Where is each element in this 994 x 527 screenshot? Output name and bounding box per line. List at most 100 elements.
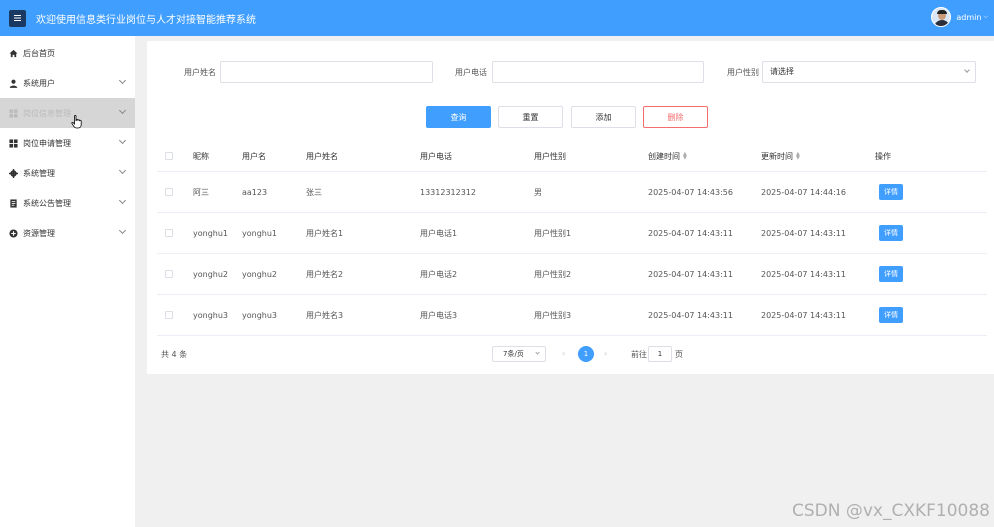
username[interactable]: admin bbox=[956, 13, 981, 22]
row-checkbox[interactable] bbox=[165, 229, 173, 237]
sort-icon[interactable]: ▲ ▼ bbox=[796, 152, 800, 161]
hand-cursor-icon bbox=[71, 115, 82, 129]
sidebar-item-resources[interactable]: 资源管理 bbox=[0, 218, 135, 248]
cell-updated: 2025-04-07 14:43:11 bbox=[761, 310, 846, 320]
top-bar: 欢迎使用信息类行业岗位与人才对接智能推荐系统 admin ⌵ bbox=[0, 0, 994, 36]
sidebar-item-label: 系统管理 bbox=[23, 168, 55, 178]
cell-phone: 用户电话1 bbox=[420, 228, 458, 238]
sidebar-item-job-applications[interactable]: 岗位申请管理 bbox=[0, 128, 135, 158]
sidebar-item-label: 系统公告管理 bbox=[23, 198, 71, 208]
sidebar-item-system-users[interactable]: 系统用户 bbox=[0, 68, 135, 98]
user-icon bbox=[9, 79, 18, 88]
chevron-down-icon bbox=[118, 226, 127, 235]
cell-created: 2025-04-07 14:43:11 bbox=[648, 269, 733, 279]
cell-gender: 男 bbox=[534, 187, 542, 197]
reset-button[interactable]: 重置 bbox=[498, 106, 563, 128]
sidebar-item-announcements[interactable]: 系统公告管理 bbox=[0, 188, 135, 218]
sidebar-item-system-management[interactable]: 系统管理 bbox=[0, 158, 135, 188]
detail-button[interactable]: 详情 bbox=[879, 266, 903, 282]
table-row: yonghu3 yonghu3 用户姓名3 用户电话3 用户性别3 2025-0… bbox=[157, 295, 987, 336]
select-all-checkbox[interactable] bbox=[165, 152, 173, 160]
column-header: 用户姓名 bbox=[306, 151, 338, 161]
chevron-down-icon: ⌵ bbox=[983, 13, 988, 20]
watermark: CSDN @vx_CXKF10088 bbox=[791, 501, 990, 521]
filter-bar: 用户姓名 用户电话 用户性别 请选择 bbox=[147, 61, 994, 83]
cell-gender: 用户性别2 bbox=[534, 269, 572, 279]
sidebar-item-label: 后台首页 bbox=[23, 48, 55, 58]
sort-icon[interactable]: ▲ ▼ bbox=[683, 152, 687, 161]
next-page-icon[interactable]: › bbox=[604, 349, 607, 358]
column-header-sortable[interactable]: 创建时间 ▲ ▼ bbox=[648, 141, 687, 171]
column-header: 更新时间 bbox=[761, 151, 793, 161]
total-count: 共 4 条 bbox=[161, 350, 188, 359]
document-icon bbox=[10, 198, 17, 208]
sidebar-item-label: 资源管理 bbox=[23, 228, 55, 238]
sidebar-item-home[interactable]: 后台首页 bbox=[0, 38, 135, 68]
grid-icon bbox=[9, 138, 18, 148]
user-menu[interactable]: admin ⌵ bbox=[931, 7, 988, 27]
prev-page-icon[interactable]: ‹ bbox=[562, 349, 565, 358]
cell-updated: 2025-04-07 14:43:11 bbox=[761, 269, 846, 279]
home-icon bbox=[9, 49, 18, 57]
phone-filter-label: 用户电话 bbox=[455, 68, 487, 77]
detail-button[interactable]: 详情 bbox=[879, 307, 903, 323]
chevron-down-icon bbox=[535, 350, 540, 355]
avatar[interactable] bbox=[931, 7, 952, 27]
chevron-down-icon bbox=[118, 136, 127, 145]
main-panel: 用户姓名 用户电话 用户性别 请选择 查询 重置 添加 删除 昵称 用户名 用户… bbox=[147, 41, 994, 374]
cell-phone: 用户电话2 bbox=[420, 269, 458, 279]
goto-label: 前往 bbox=[631, 350, 647, 359]
page-size-select[interactable]: 7条/页 bbox=[492, 346, 546, 362]
cell-phone: 用户电话3 bbox=[420, 310, 458, 320]
detail-button[interactable]: 详情 bbox=[879, 225, 903, 241]
cell-nickname: yonghu3 bbox=[193, 310, 229, 320]
row-checkbox[interactable] bbox=[165, 270, 173, 278]
column-header-sortable[interactable]: 更新时间 ▲ ▼ bbox=[761, 141, 800, 171]
menu-toggle-button[interactable] bbox=[9, 9, 26, 27]
phone-filter-input[interactable] bbox=[492, 61, 704, 83]
name-filter-input[interactable] bbox=[220, 61, 433, 83]
sidebar-item-job-info[interactable]: 岗位信息管理 bbox=[0, 98, 135, 128]
sidebar-item-label: 系统用户 bbox=[23, 78, 55, 88]
name-filter-label: 用户姓名 bbox=[184, 68, 216, 77]
cell-realname: 张三 bbox=[306, 187, 322, 197]
gender-select-placeholder: 请选择 bbox=[770, 67, 794, 76]
cell-realname: 用户姓名1 bbox=[306, 228, 344, 238]
cell-created: 2025-04-07 14:43:56 bbox=[648, 187, 733, 197]
cell-updated: 2025-04-07 14:44:16 bbox=[761, 187, 846, 197]
cell-realname: 用户姓名2 bbox=[306, 269, 344, 279]
cell-username: aa123 bbox=[242, 187, 268, 197]
column-header: 用户名 bbox=[242, 151, 266, 161]
column-header: 用户性别 bbox=[534, 151, 566, 161]
column-header: 昵称 bbox=[193, 151, 209, 161]
table-row: 阿三 aa123 张三 13312312312 男 2025-04-07 14:… bbox=[157, 172, 987, 213]
table-row: yonghu2 yonghu2 用户姓名2 用户电话2 用户性别2 2025-0… bbox=[157, 254, 987, 295]
detail-button[interactable]: 详情 bbox=[879, 184, 903, 200]
delete-button[interactable]: 删除 bbox=[643, 106, 708, 128]
cell-created: 2025-04-07 14:43:11 bbox=[648, 310, 733, 320]
sidebar: 后台首页 系统用户 岗位信息管理 岗位申请管理 系统管理 系统公告管理 资源管理 bbox=[0, 36, 135, 527]
pagination: 共 4 条 7条/页 ‹ 1 › 前往 1 页 bbox=[147, 346, 994, 362]
cell-nickname: yonghu2 bbox=[193, 269, 229, 279]
page-size-value: 7条/页 bbox=[503, 350, 524, 358]
chevron-down-icon bbox=[118, 76, 127, 85]
cell-username: yonghu1 bbox=[242, 228, 278, 238]
row-checkbox[interactable] bbox=[165, 311, 173, 319]
cell-nickname: 阿三 bbox=[193, 187, 209, 197]
search-button[interactable]: 查询 bbox=[426, 106, 491, 128]
table-header: 昵称 用户名 用户姓名 用户电话 用户性别 创建时间 ▲ ▼ 更新时间 ▲ ▼ 操作 bbox=[157, 141, 987, 172]
plus-circle-icon bbox=[9, 228, 18, 238]
cell-phone: 13312312312 bbox=[420, 187, 476, 197]
chevron-down-icon bbox=[118, 106, 127, 115]
gender-filter-select[interactable]: 请选择 bbox=[762, 61, 976, 83]
goto-page-input[interactable]: 1 bbox=[648, 346, 672, 362]
gender-filter-label: 用户性别 bbox=[727, 68, 759, 77]
table-row: yonghu1 yonghu1 用户姓名1 用户电话1 用户性别1 2025-0… bbox=[157, 213, 987, 254]
add-button[interactable]: 添加 bbox=[571, 106, 636, 128]
cell-realname: 用户姓名3 bbox=[306, 310, 344, 320]
cell-updated: 2025-04-07 14:43:11 bbox=[761, 228, 846, 238]
column-header: 创建时间 bbox=[648, 151, 680, 161]
column-header: 操作 bbox=[875, 151, 891, 161]
row-checkbox[interactable] bbox=[165, 188, 173, 196]
page-number-current[interactable]: 1 bbox=[578, 346, 594, 362]
